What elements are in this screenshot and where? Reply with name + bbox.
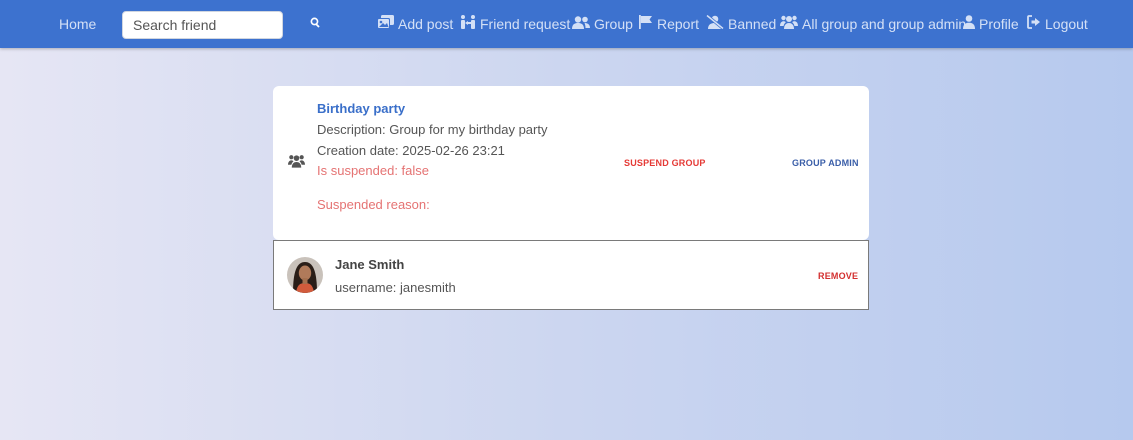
nav-home-link[interactable]: Home xyxy=(59,0,96,48)
images-icon xyxy=(377,0,394,48)
nav-banned-label: Banned xyxy=(728,16,777,32)
member-row: Jane Smith username: janesmith REMOVE xyxy=(273,240,869,310)
nav-all-group-admin-link[interactable]: All group and group admin xyxy=(780,0,966,48)
nav-friend-request-label: Friend request xyxy=(480,16,571,32)
flag-icon xyxy=(639,0,653,48)
nav-profile-label: Profile xyxy=(979,16,1019,32)
nav-logout-label: Logout xyxy=(1045,16,1088,32)
nav-all-group-admin-label: All group and group admin xyxy=(802,16,967,32)
nav-profile-link[interactable]: Profile xyxy=(963,0,1019,48)
remove-member-button[interactable]: REMOVE xyxy=(818,271,858,281)
group-card: Birthday party Description: Group for my… xyxy=(273,86,869,240)
user-slash-icon xyxy=(706,0,724,48)
nav-friend-request-link[interactable]: Friend request xyxy=(460,0,570,48)
search-button[interactable] xyxy=(305,14,325,34)
member-name: Jane Smith xyxy=(335,257,405,272)
nav-add-post-link[interactable]: Add post xyxy=(377,0,453,48)
nav-add-post-label: Add post xyxy=(398,16,454,32)
avatar xyxy=(287,257,323,293)
users-icon xyxy=(780,0,798,48)
group-creation-date: Creation date: 2025-02-26 23:21 xyxy=(317,143,505,158)
user-icon xyxy=(963,0,975,48)
nav-group-link[interactable]: Group xyxy=(572,0,633,48)
search-friend-input[interactable] xyxy=(122,11,283,39)
users-icon xyxy=(288,154,305,173)
nav-home-label: Home xyxy=(59,16,97,32)
search-icon xyxy=(310,15,321,33)
people-arrows-icon xyxy=(460,0,476,48)
member-username: username: janesmith xyxy=(335,280,456,295)
group-suspended-reason: Suspended reason: xyxy=(317,197,430,212)
nav-report-label: Report xyxy=(657,16,700,32)
nav-logout-link[interactable]: Logout xyxy=(1027,0,1088,48)
nav-group-label: Group xyxy=(594,16,633,32)
group-description: Description: Group for my birthday party xyxy=(317,122,548,137)
group-admin-button[interactable]: GROUP ADMIN xyxy=(792,158,859,168)
suspend-group-button[interactable]: SUSPEND GROUP xyxy=(624,158,706,168)
nav-report-link[interactable]: Report xyxy=(639,0,699,48)
nav-banned-link[interactable]: Banned xyxy=(706,0,776,48)
sign-out-icon xyxy=(1027,0,1041,48)
user-group-icon xyxy=(572,0,590,48)
group-title[interactable]: Birthday party xyxy=(317,101,405,116)
group-is-suspended: Is suspended: false xyxy=(317,163,430,178)
top-navbar: Home Add post Friend request Group Repor… xyxy=(0,0,1133,48)
